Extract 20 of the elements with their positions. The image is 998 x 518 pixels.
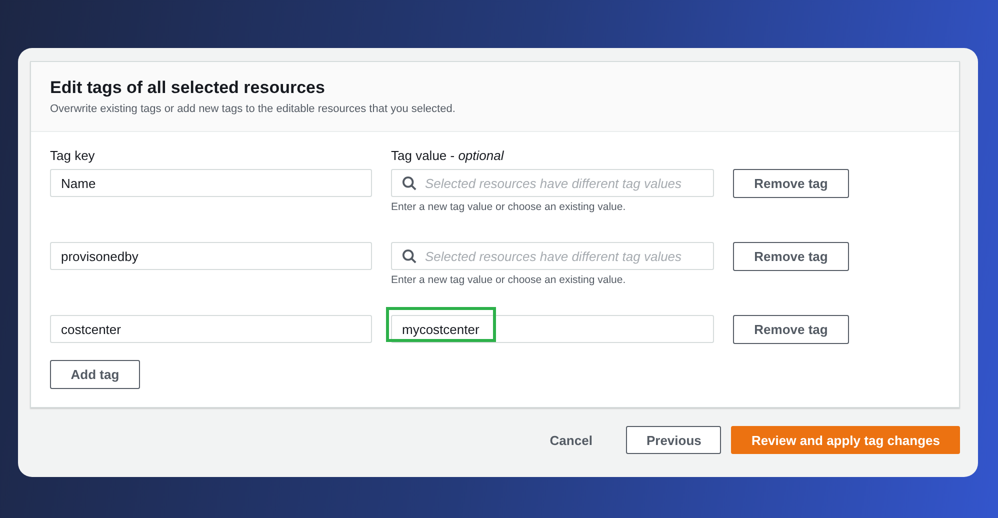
field-hint: Enter a new tag value or choose an existing value.: [391, 201, 627, 213]
panel-description: Overwrite existing tags or add new tags to the editable resources that you selected.: [50, 103, 456, 115]
tag-key-field[interactable]: costcenter: [50, 315, 372, 343]
placeholder-text: Selected resources have different tag values: [425, 248, 682, 264]
column-label: Tag value - optional: [391, 148, 505, 163]
column-label: Tag key: [50, 148, 96, 163]
cancel-button[interactable]: Cancel: [542, 428, 600, 452]
placeholder-text: Selected resources have different tag values: [425, 176, 682, 190]
search-icon: [402, 248, 417, 264]
remove-tag-button[interactable]: Remove tag: [733, 315, 849, 344]
panel-title: Edit tags of all selected resources: [50, 78, 326, 98]
tag-key-field[interactable]: Name: [50, 169, 372, 197]
tag-key-field[interactable]: provisonedby: [50, 242, 372, 270]
tag-value-field[interactable]: mycostcenter: [391, 315, 714, 343]
remove-tag-button[interactable]: Remove tag: [733, 169, 849, 198]
previous-button[interactable]: Previous: [626, 426, 722, 454]
remove-tag-button[interactable]: Remove tag: [733, 242, 849, 271]
field-hint: Enter a new tag value or choose an existing value.: [391, 274, 627, 286]
search-icon: [402, 176, 417, 190]
add-tag-button[interactable]: Add tag: [50, 360, 140, 389]
